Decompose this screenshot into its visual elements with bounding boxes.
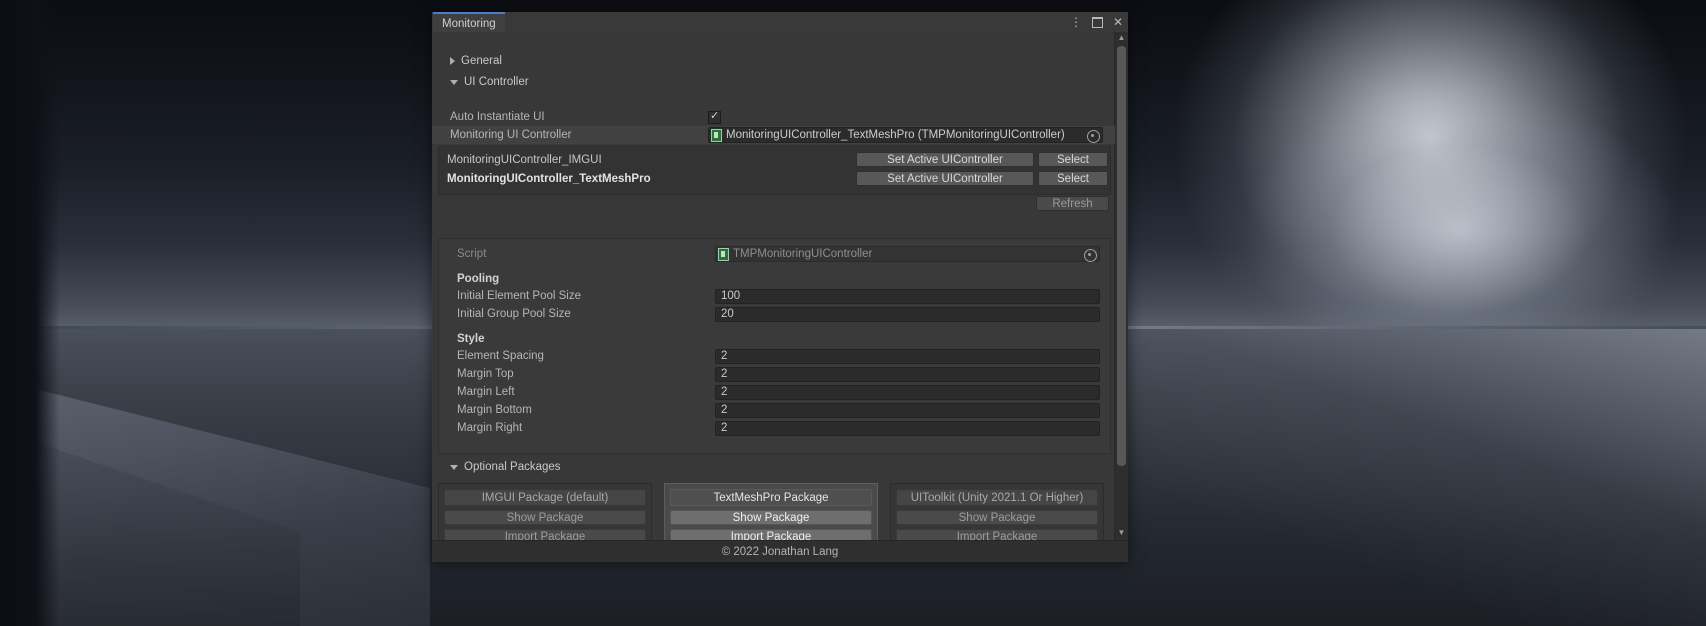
optional-packages-row: IMGUI Package (default) Show Package Imp… [438, 483, 1109, 540]
controller-name: MonitoringUIController_TextMeshPro [447, 172, 651, 185]
set-active-uicontroller-button[interactable]: Set Active UIController [856, 152, 1034, 167]
field-label: Initial Element Pool Size [457, 290, 582, 302]
number-input[interactable]: 20 [715, 306, 1100, 322]
object-picker-icon [1084, 249, 1097, 262]
number-input[interactable]: 100 [715, 288, 1100, 304]
set-active-uicontroller-button[interactable]: Set Active UIController [856, 171, 1034, 186]
import-package-button[interactable]: Import Package [444, 529, 646, 540]
refresh-button[interactable]: Refresh [1036, 196, 1109, 211]
window-body: ▲ ▼ General UI Controller Auto Instantia… [432, 32, 1128, 540]
number-input[interactable]: 2 [715, 420, 1100, 436]
controller-name: MonitoringUIController_IMGUI [447, 153, 602, 166]
foldout-optional-packages-label: Optional Packages [464, 461, 561, 473]
scrollbar-thumb[interactable] [1117, 46, 1126, 466]
object-picker-icon[interactable] [1087, 130, 1100, 143]
foldout-optional-packages[interactable]: Optional Packages [432, 458, 1115, 476]
field-initial-group-pool-size[interactable]: Initial Group Pool Size 20 [439, 305, 1110, 323]
chevron-right-icon [450, 57, 455, 65]
close-icon[interactable]: ✕ [1113, 16, 1123, 28]
import-package-button[interactable]: Import Package [896, 529, 1098, 540]
select-button[interactable]: Select [1038, 171, 1108, 186]
tab-label: Monitoring [442, 18, 496, 30]
table-row[interactable]: MonitoringUIController_IMGUI Set Active … [439, 150, 1110, 169]
field-margin-left[interactable]: Margin Left 2 [439, 383, 1110, 401]
tab-monitoring[interactable]: Monitoring [433, 12, 505, 34]
field-label: Margin Left [457, 386, 515, 398]
field-margin-top[interactable]: Margin Top 2 [439, 365, 1110, 383]
foldout-ui-controller[interactable]: UI Controller [432, 73, 1115, 91]
kebab-menu-icon[interactable]: ⋮ [1070, 16, 1082, 28]
auto-instantiate-checkbox[interactable] [708, 109, 721, 124]
package-title: UIToolkit (Unity 2021.1 Or Higher) [896, 489, 1098, 506]
field-label: Auto Instantiate UI [450, 111, 545, 123]
foldout-general-label: General [461, 55, 502, 67]
left-vignette [0, 0, 60, 626]
ground-light-falloff [1100, 329, 1706, 626]
field-monitoring-ui-controller[interactable]: Monitoring UI Controller MonitoringUICon… [432, 126, 1115, 144]
package-title: TextMeshPro Package [670, 489, 872, 506]
field-label: Margin Right [457, 422, 523, 434]
window-titlebar: Monitoring ⋮ ✕ [432, 12, 1128, 34]
script-object-field: TMPMonitoringUIController [715, 246, 1100, 262]
field-label: Monitoring UI Controller [450, 129, 572, 141]
package-card-imgui[interactable]: IMGUI Package (default) Show Package Imp… [438, 483, 652, 540]
table-row[interactable]: MonitoringUIController_TextMeshPro Set A… [439, 169, 1110, 188]
script-asset-icon [718, 247, 729, 261]
show-package-button[interactable]: Show Package [896, 510, 1098, 525]
field-auto-instantiate-ui[interactable]: Auto Instantiate UI [432, 108, 1115, 126]
show-package-button[interactable]: Show Package [670, 510, 872, 525]
package-card-uitoolkit[interactable]: UIToolkit (Unity 2021.1 Or Higher) Show … [890, 483, 1104, 540]
scroll-up-icon[interactable]: ▲ [1115, 32, 1128, 44]
script-value: TMPMonitoringUIController [733, 248, 873, 260]
monitoring-editor-window: Monitoring ⋮ ✕ ▲ ▼ General UI Controller [432, 12, 1128, 562]
chevron-down-icon [450, 464, 458, 470]
inspector-panel: Script TMPMonitoringUIController Pooling… [438, 238, 1111, 454]
section-header-pooling: Pooling [457, 273, 500, 285]
object-field-value: MonitoringUIController_TextMeshPro (TMPM… [726, 129, 1065, 141]
field-label: Margin Top [457, 368, 514, 380]
script-asset-icon [711, 128, 722, 142]
show-package-button[interactable]: Show Package [444, 510, 646, 525]
window-buttons: ⋮ ✕ [1070, 12, 1123, 32]
field-initial-element-pool-size[interactable]: Initial Element Pool Size 100 [439, 287, 1110, 305]
field-label: Margin Bottom [457, 404, 532, 416]
maximize-icon[interactable] [1091, 16, 1103, 28]
field-script: Script TMPMonitoringUIController [439, 245, 1110, 263]
scroll-down-icon[interactable]: ▼ [1115, 527, 1128, 539]
section-header-style: Style [457, 333, 485, 345]
import-package-button[interactable]: Import Package [670, 529, 872, 540]
field-margin-right[interactable]: Margin Right 2 [439, 419, 1110, 437]
field-label: Initial Group Pool Size [457, 308, 571, 320]
field-margin-bottom[interactable]: Margin Bottom 2 [439, 401, 1110, 419]
chevron-down-icon [450, 79, 458, 85]
window-content: General UI Controller Auto Instantiate U… [432, 32, 1115, 540]
vertical-scrollbar[interactable]: ▲ ▼ [1114, 32, 1128, 540]
field-element-spacing[interactable]: Element Spacing 2 [439, 347, 1110, 365]
select-button[interactable]: Select [1038, 152, 1108, 167]
ui-controller-list: MonitoringUIController_IMGUI Set Active … [438, 146, 1111, 195]
number-input[interactable]: 2 [715, 402, 1100, 418]
field-label: Script [457, 248, 487, 260]
package-card-textmeshpro[interactable]: TextMeshPro Package Show Package Import … [664, 483, 878, 540]
object-field[interactable]: MonitoringUIController_TextMeshPro (TMPM… [708, 127, 1103, 143]
number-input[interactable]: 2 [715, 366, 1100, 382]
foldout-ui-controller-label: UI Controller [464, 76, 529, 88]
number-input[interactable]: 2 [715, 348, 1100, 364]
number-input[interactable]: 2 [715, 384, 1100, 400]
copyright-text: © 2022 Jonathan Lang [721, 545, 839, 558]
foldout-general[interactable]: General [432, 52, 1115, 70]
window-footer: © 2022 Jonathan Lang [432, 540, 1128, 562]
field-label: Element Spacing [457, 350, 544, 362]
package-title: IMGUI Package (default) [444, 489, 646, 506]
